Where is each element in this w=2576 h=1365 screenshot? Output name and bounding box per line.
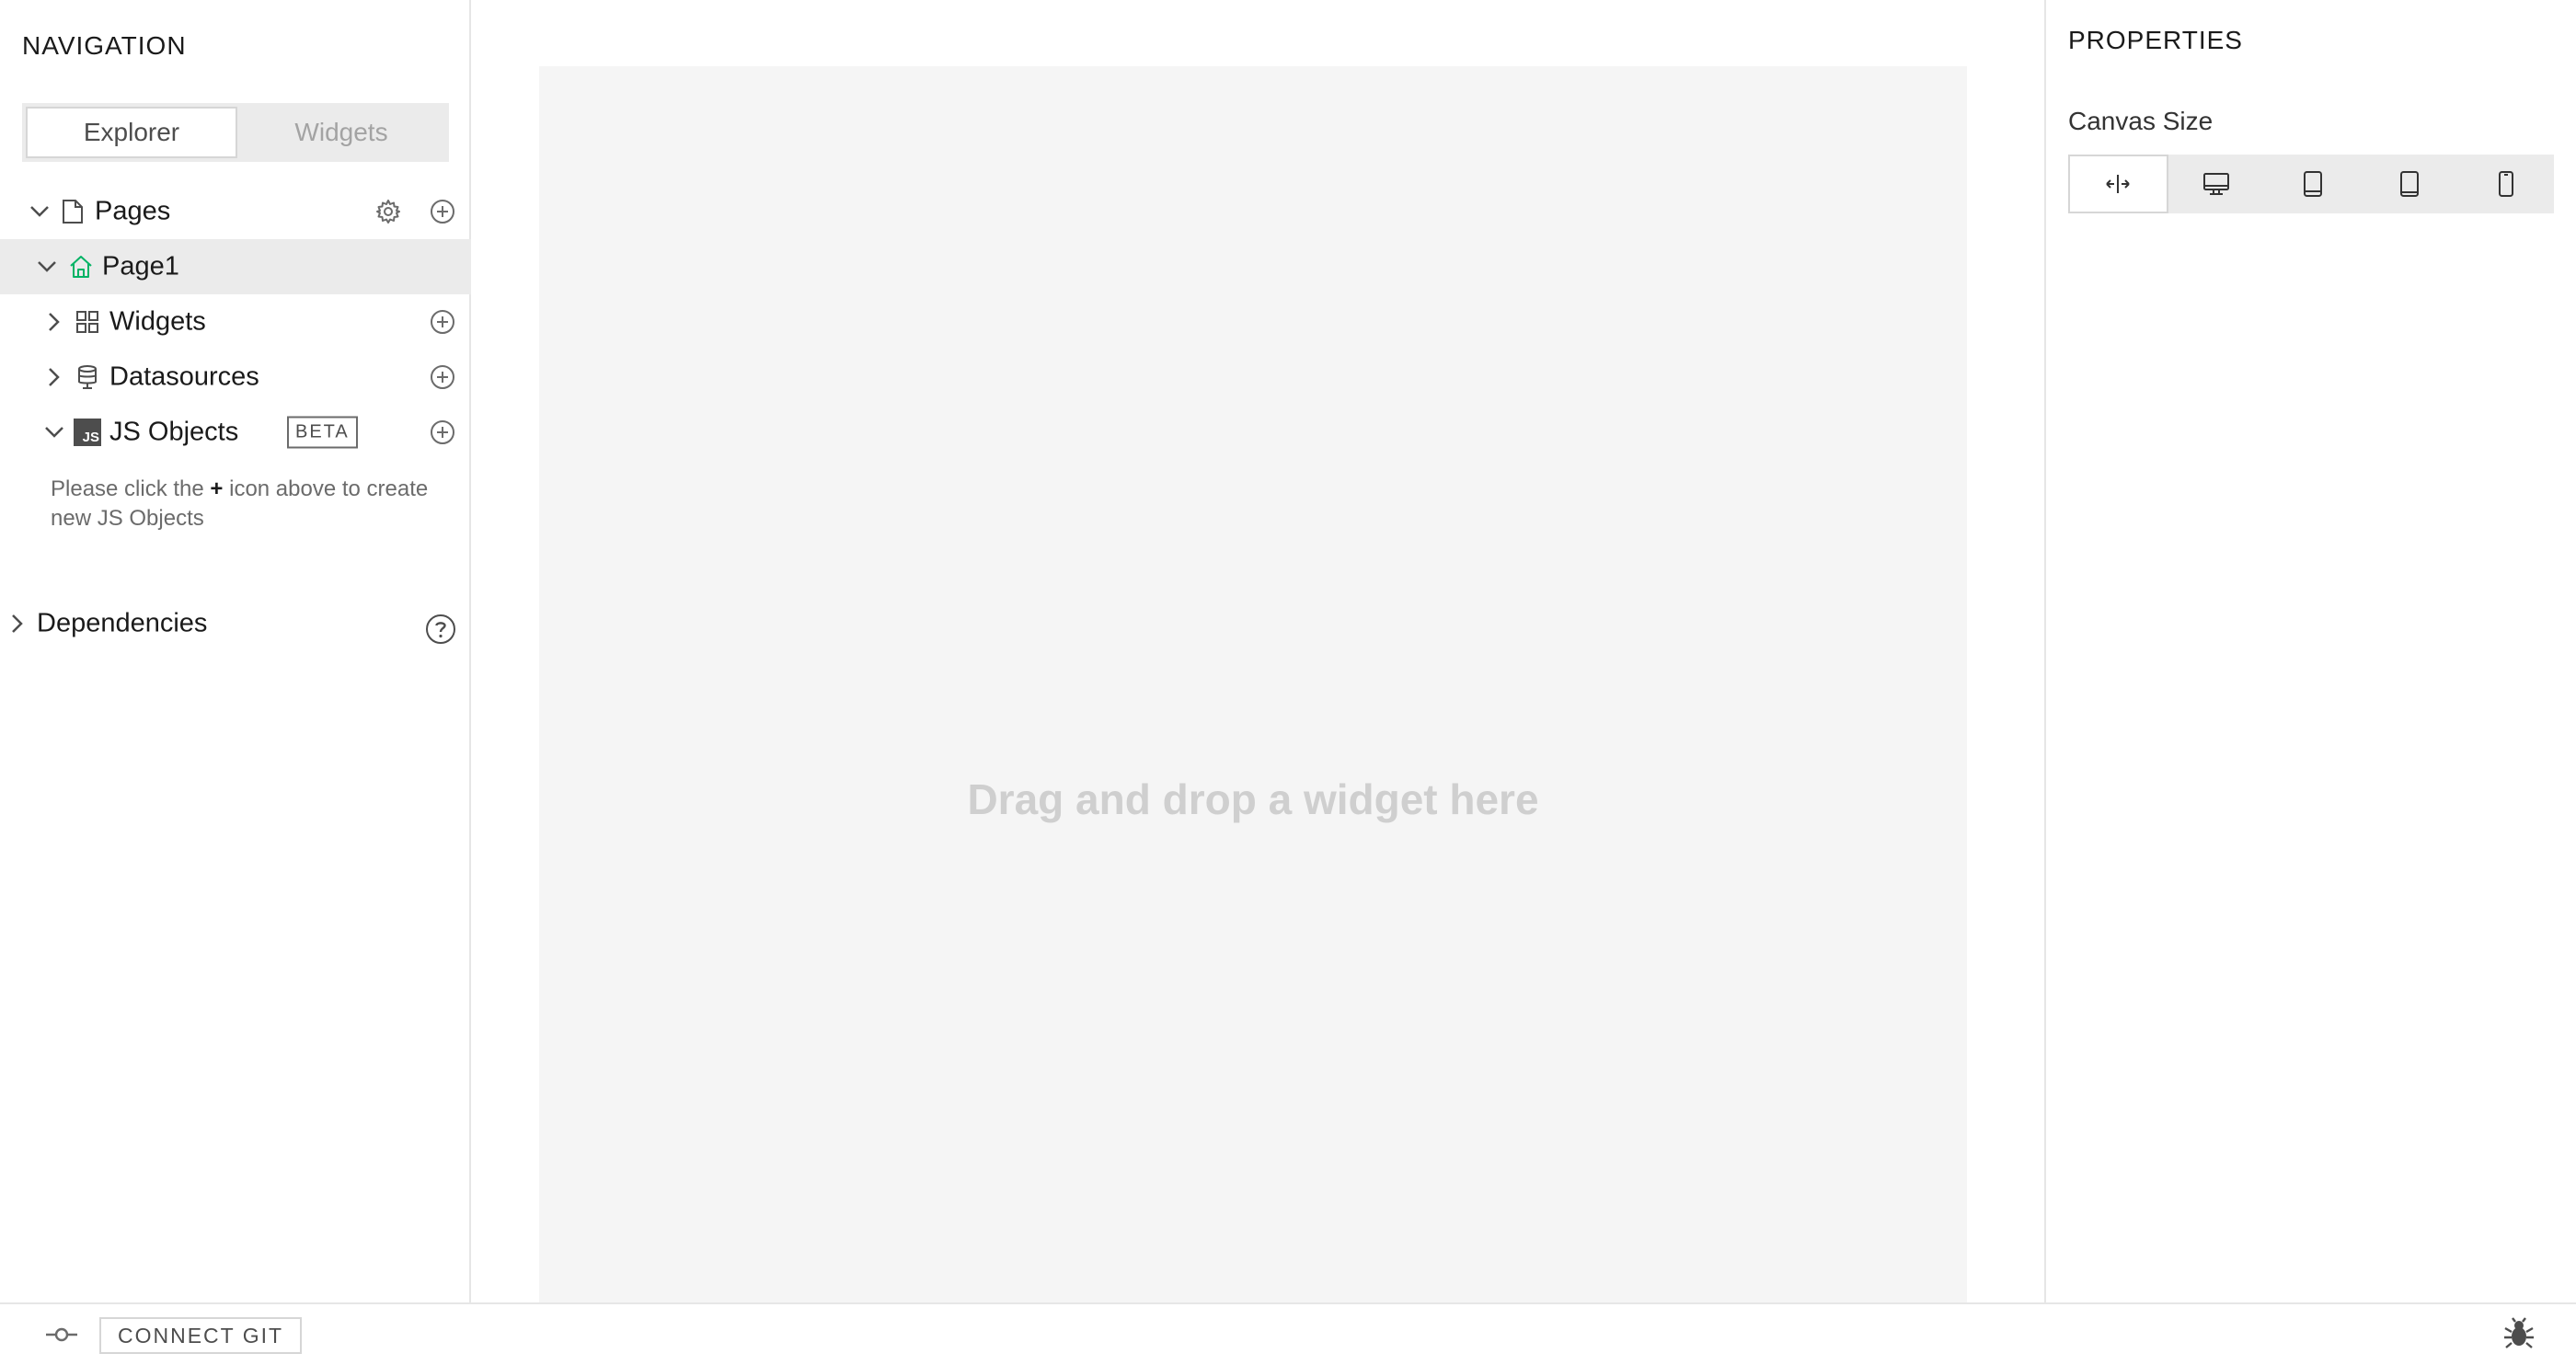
datasources-label: Datasources (109, 361, 259, 392)
tree-row-page1[interactable]: Page1 (0, 239, 471, 294)
bottom-bar (0, 1302, 2576, 1365)
canvas-size-fluid[interactable] (2068, 155, 2168, 213)
chevron-right-icon[interactable] (42, 310, 66, 334)
desktop-icon (2202, 171, 2230, 197)
beta-badge: BETA (287, 416, 358, 449)
add-js-object-icon[interactable] (430, 419, 455, 445)
canvas-size-label: Canvas Size (2068, 107, 2214, 135)
bug-icon[interactable] (2502, 1317, 2536, 1350)
tree-row-js-objects[interactable]: JS JS Objects BETA (0, 405, 471, 460)
js-file-icon: JS (74, 419, 101, 446)
hint-text-prefix: Please click the (51, 476, 211, 501)
js-objects-empty-hint: Please click the + icon above to create … (51, 475, 455, 533)
canvas-size-mobile[interactable] (2457, 155, 2554, 213)
tablet-landscape-icon (2302, 170, 2324, 198)
chevron-right-icon[interactable] (6, 612, 29, 636)
canvas-size-selector (2068, 155, 2554, 213)
widgets-label: Widgets (109, 306, 206, 337)
canvas-size-tablet[interactable] (2361, 155, 2457, 213)
widgets-grid-icon (75, 310, 99, 334)
tree-row-dependencies[interactable]: Dependencies (0, 596, 471, 651)
mobile-icon (2497, 170, 2515, 198)
chevron-down-icon[interactable] (28, 200, 52, 224)
chevron-right-icon[interactable] (42, 365, 66, 389)
canvas-size-tablet-landscape[interactable] (2265, 155, 2362, 213)
properties-title: PROPERTIES (2068, 26, 2243, 54)
tree-row-widgets[interactable]: Widgets (0, 294, 471, 350)
dependencies-label: Dependencies (37, 608, 208, 638)
fluid-width-icon (2104, 173, 2132, 195)
canvas-size-desktop[interactable] (2168, 155, 2265, 213)
hint-plus-glyph: + (210, 476, 224, 501)
canvas-drop-placeholder: Drag and drop a widget here (967, 775, 1539, 823)
sidebar-tabs: Explorer Widgets (22, 103, 449, 162)
database-icon (75, 364, 99, 390)
js-objects-label: JS Objects (109, 417, 239, 447)
tab-explorer[interactable]: Explorer (26, 107, 237, 158)
tree-row-datasources[interactable]: Datasources (0, 350, 471, 405)
chevron-down-icon[interactable] (42, 420, 66, 444)
page1-label: Page1 (102, 251, 179, 281)
git-commit-icon (44, 1323, 79, 1347)
widget-canvas[interactable]: Drag and drop a widget here (539, 66, 1967, 1302)
add-widget-icon[interactable] (430, 309, 455, 335)
add-page-icon[interactable] (430, 199, 455, 224)
add-datasource-icon[interactable] (430, 364, 455, 390)
page-icon (61, 199, 85, 224)
tablet-icon (2398, 170, 2421, 198)
chevron-down-icon[interactable] (35, 255, 59, 279)
pages-label: Pages (95, 196, 171, 226)
home-icon (68, 254, 94, 280)
gear-icon[interactable] (375, 199, 401, 224)
tree-row-pages[interactable]: Pages (0, 184, 471, 239)
navigation-title: NAVIGATION (22, 31, 187, 60)
tab-widgets[interactable]: Widgets (237, 107, 445, 158)
connect-git-button[interactable]: CONNECT GIT (99, 1317, 303, 1354)
help-icon[interactable] (425, 614, 456, 645)
